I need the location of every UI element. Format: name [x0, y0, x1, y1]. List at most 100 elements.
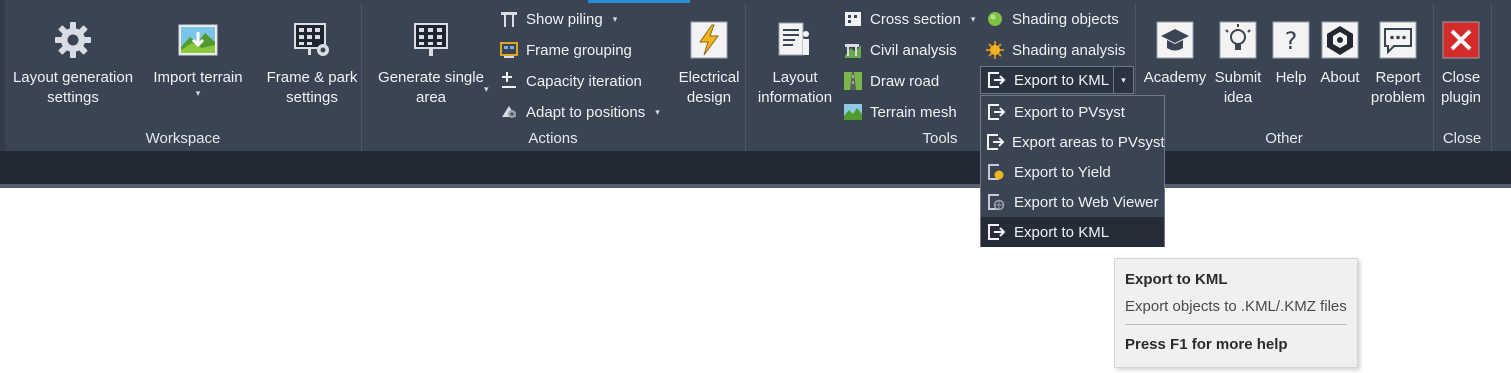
panel-label-close: Close — [1442, 130, 1482, 147]
menu-item-export-areas-pvsyst[interactable]: Export areas to PVsyst — [981, 127, 1165, 157]
shading-analysis-button[interactable]: Shading analysis — [984, 37, 1125, 63]
civil-analysis-label: Civil analysis — [870, 41, 957, 59]
about-label: About — [1320, 69, 1360, 86]
capacity-iteration-label: Capacity iteration — [526, 72, 642, 90]
menu-item-label: Export to Web Viewer — [1014, 193, 1159, 211]
submit-idea-button[interactable]: Submit idea — [1210, 18, 1266, 108]
logo-icon — [1318, 18, 1362, 62]
adapt-to-positions-label: Adapt to positions — [526, 103, 646, 121]
frame-grouping-button[interactable]: Frame grouping — [498, 37, 632, 63]
submit-idea-label: Submit idea — [1214, 69, 1262, 106]
shading-objects-label: Shading objects — [1012, 10, 1119, 28]
chevron-down-icon: ▾ — [195, 88, 201, 98]
shading-objects-button[interactable]: Shading objects — [984, 6, 1119, 32]
menu-item-label: Export to KML — [1014, 223, 1110, 241]
plus-minus-icon — [498, 70, 520, 92]
frame-park-settings-button[interactable]: Frame & park settings — [260, 18, 364, 108]
chat-bubble-icon — [1376, 18, 1420, 62]
tooltip-help-hint: Press F1 for more help — [1125, 336, 1288, 353]
generate-single-area-label: Generate single area — [378, 69, 484, 106]
close-plugin-button[interactable]: Close plugin — [1436, 18, 1486, 108]
chevron-down-icon: ▾ — [655, 106, 660, 117]
green-dot-icon — [984, 8, 1006, 30]
draw-road-button[interactable]: Draw road — [842, 68, 939, 94]
report-problem-label: Report problem — [1370, 69, 1426, 106]
ribbon: Layout generation settings Import terrai… — [0, 0, 1511, 151]
frame-park-settings-label: Frame & park settings — [266, 69, 358, 106]
export-icon — [985, 221, 1007, 243]
chevron-down-icon[interactable]: ▾ — [1113, 67, 1133, 93]
sun-icon — [984, 39, 1006, 61]
svg-text:?: ? — [1285, 27, 1298, 55]
panel-label-other: Other — [1265, 130, 1303, 147]
electrical-design-button[interactable]: Electrical design — [672, 18, 746, 108]
menu-item-export-web-viewer[interactable]: Export to Web Viewer — [981, 187, 1164, 217]
menu-item-export-pvsyst[interactable]: Export to PVsyst — [981, 97, 1164, 127]
show-piling-label: Show piling — [526, 10, 603, 28]
tooltip-title: Export to KML — [1125, 271, 1228, 288]
about-button[interactable]: About — [1316, 18, 1364, 88]
solar-panel-settings-icon — [290, 18, 334, 62]
civil-analysis-icon — [842, 39, 864, 61]
export-yield-icon — [985, 161, 1007, 183]
close-icon — [1439, 18, 1483, 62]
layout-information-button[interactable]: Layout information — [752, 18, 838, 108]
menu-item-label: Export to Yield — [1014, 163, 1111, 181]
panel-label-actions: Actions — [528, 130, 578, 147]
active-tab-indicator — [588, 0, 690, 3]
export-web-viewer-icon — [985, 191, 1007, 213]
layout-generation-settings-label: Layout generation settings — [12, 69, 134, 106]
terrain-mesh-icon — [842, 101, 864, 123]
layout-generation-settings-button[interactable]: Layout generation settings — [12, 18, 134, 108]
export-icon — [985, 101, 1007, 123]
capacity-iteration-button[interactable]: Capacity iteration — [498, 68, 642, 94]
layout-info-icon — [773, 18, 817, 62]
import-terrain-label: Import terrain — [153, 69, 243, 86]
draw-road-label: Draw road — [870, 72, 940, 90]
academy-button[interactable]: Academy — [1142, 18, 1208, 88]
import-terrain-button[interactable]: Import terrain ▾ — [148, 18, 248, 98]
show-piling-button[interactable]: Show piling ▾ — [498, 6, 617, 32]
menu-item-label: Export to PVsyst — [1014, 103, 1125, 121]
road-icon — [842, 70, 864, 92]
electrical-design-label: Electrical design — [678, 69, 740, 106]
piling-icon — [498, 8, 520, 30]
chevron-down-icon: ▾ — [970, 13, 976, 24]
chevron-down-icon[interactable]: ▾ — [484, 84, 489, 94]
panel-divider — [745, 3, 746, 151]
tooltip: Export to KML Export objects to .KML/.KM… — [1114, 258, 1358, 368]
adapt-positions-icon — [498, 101, 520, 123]
help-label: Help — [1275, 69, 1307, 86]
menu-item-export-yield[interactable]: Export to Yield — [981, 157, 1164, 187]
academy-label: Academy — [1143, 69, 1207, 86]
adapt-to-positions-button[interactable]: Adapt to positions ▾ — [498, 99, 660, 125]
terrain-mesh-label: Terrain mesh — [870, 103, 957, 121]
chevron-down-icon: ▾ — [612, 13, 618, 24]
panel-divider — [1491, 3, 1492, 151]
terrain-mesh-button[interactable]: Terrain mesh — [842, 99, 957, 125]
panel-divider — [361, 3, 362, 151]
panel-divider — [1433, 3, 1434, 151]
export-to-kml-split-button[interactable]: Export to KML ▾ — [980, 66, 1134, 94]
lightbulb-icon — [1216, 18, 1260, 62]
cross-section-button[interactable]: Cross section ▾ — [842, 6, 975, 32]
ribbon-bottom-line — [0, 184, 1511, 188]
shading-analysis-label: Shading analysis — [1012, 41, 1126, 59]
report-problem-button[interactable]: Report problem — [1366, 18, 1430, 108]
menu-item-export-kml[interactable]: Export to KML — [981, 217, 1164, 247]
close-plugin-label: Close plugin — [1440, 69, 1482, 106]
cross-section-label: Cross section — [870, 10, 961, 28]
gear-icon — [51, 18, 95, 62]
question-mark-icon: ? — [1269, 18, 1313, 62]
civil-analysis-button[interactable]: Civil analysis — [842, 37, 957, 63]
export-to-kml-label: Export to KML — [1014, 71, 1110, 89]
lightning-icon — [687, 18, 731, 62]
cross-section-icon — [842, 8, 864, 30]
solar-panel-icon — [409, 18, 453, 62]
export-to-kml-button[interactable]: Export to KML — [981, 67, 1113, 93]
menu-item-label: Export areas to PVsyst — [1012, 133, 1165, 151]
tooltip-description: Export objects to .KML/.KMZ files — [1125, 298, 1347, 315]
help-button[interactable]: ? Help — [1268, 18, 1314, 88]
generate-single-area-button[interactable]: Generate single area — [372, 18, 490, 108]
frame-grouping-label: Frame grouping — [526, 41, 632, 59]
